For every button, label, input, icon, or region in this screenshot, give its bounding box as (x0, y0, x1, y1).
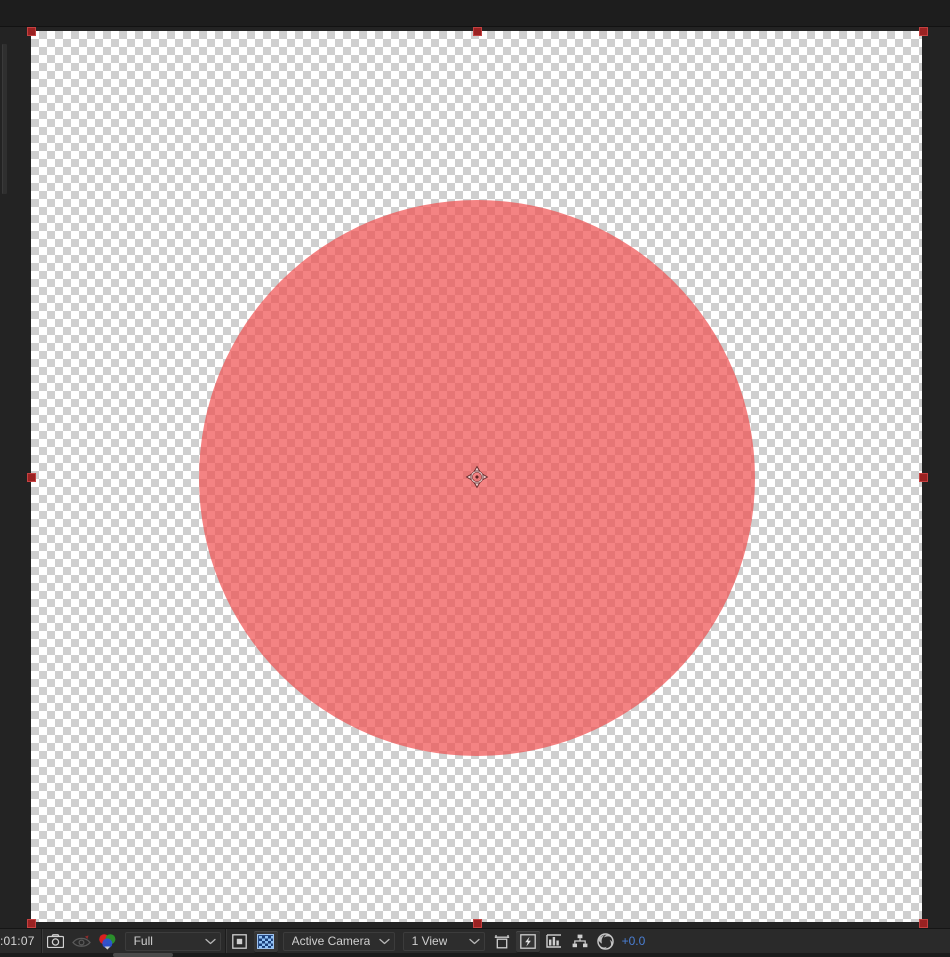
snapshot-button[interactable] (44, 931, 68, 952)
handle-middle-right[interactable] (919, 473, 928, 482)
handle-bottom-left[interactable] (27, 919, 36, 928)
composition-canvas[interactable] (31, 31, 922, 922)
pixel-aspect-ratio-button[interactable] (490, 931, 514, 952)
handle-bottom-right[interactable] (919, 919, 928, 928)
timeline-graph-icon (545, 934, 561, 948)
viewer-toolbar: :01:07 Full Active Camera 1 View +0.0 (0, 928, 950, 954)
exposure-reset-button[interactable] (594, 931, 618, 952)
exposure-value[interactable]: +0.0 (619, 929, 652, 954)
handle-middle-left[interactable] (27, 473, 36, 482)
handle-top-left[interactable] (27, 27, 36, 36)
ellipse-shape-layer[interactable] (199, 200, 755, 756)
pixel-aspect-ratio-icon (494, 934, 509, 948)
view-source-dropdown[interactable]: Active Camera (282, 931, 395, 951)
handle-top-right[interactable] (919, 27, 928, 36)
transparency-grid-icon (257, 933, 275, 949)
panel-top-strip (0, 0, 950, 27)
eye-icon (72, 935, 91, 947)
fast-previews-button[interactable] (515, 930, 540, 952)
chevron-down-icon (378, 938, 390, 945)
view-source-dropdown-label: Active Camera (291, 934, 371, 948)
fast-previews-lightning-icon (519, 933, 536, 949)
toolbar-group-render (489, 929, 593, 954)
region-of-interest-button[interactable] (228, 931, 252, 952)
toolbar-group-exposure: +0.0 (593, 929, 652, 954)
renderer-button[interactable] (568, 931, 592, 952)
show-snapshot-button[interactable] (70, 931, 94, 952)
handle-bottom-center[interactable] (473, 919, 482, 928)
composition-viewer-panel[interactable] (0, 0, 950, 928)
horizontal-scrollbar-track[interactable] (0, 953, 950, 957)
handle-top-center[interactable] (473, 27, 482, 36)
toolbar-group-view-options (227, 929, 279, 954)
horizontal-scrollbar-thumb[interactable] (113, 953, 173, 957)
camera-icon (47, 934, 65, 948)
timeline-graph-button[interactable] (542, 931, 566, 952)
rgb-channels-icon (99, 933, 116, 950)
chevron-down-icon (468, 938, 480, 945)
chevron-down-icon (204, 938, 216, 945)
application-window: :01:07 Full Active Camera 1 View +0.0 (0, 0, 950, 957)
view-layout-dropdown-label: 1 View (411, 934, 448, 948)
channels-button[interactable] (96, 931, 120, 952)
resolution-dropdown[interactable]: Full (124, 931, 221, 951)
region-of-interest-icon (232, 933, 247, 949)
toolbar-group-capture (43, 929, 121, 954)
resolution-dropdown-label: Full (133, 934, 153, 948)
render-flowchart-icon (572, 934, 587, 948)
left-panel-edge-divider (2, 44, 7, 194)
transparency-grid-button[interactable] (253, 930, 278, 952)
timecode-display[interactable]: :01:07 (0, 929, 41, 954)
exposure-shutter-icon (597, 932, 614, 950)
view-layout-dropdown[interactable]: 1 View (402, 931, 485, 951)
